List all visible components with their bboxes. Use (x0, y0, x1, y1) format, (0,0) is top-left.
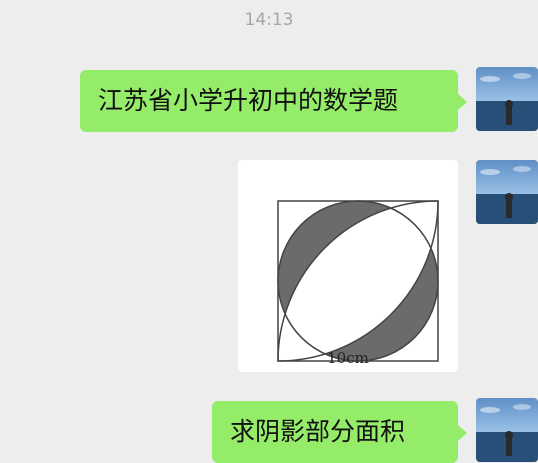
avatar-image (476, 67, 538, 131)
message-bubble-text[interactable]: 求阴影部分面积 (212, 401, 467, 463)
message-row-3: 求阴影部分面积 (0, 398, 538, 463)
user-avatar[interactable] (476, 160, 538, 224)
timestamp: 14:13 (244, 10, 294, 30)
geometry-figure: 10cm (238, 160, 458, 372)
message-image[interactable]: 10cm (238, 160, 458, 372)
avatar-image (476, 160, 538, 224)
message-bubble-text[interactable]: 江苏省小学升初中的数学题 (80, 70, 467, 132)
message-row-2: 10cm (0, 160, 538, 375)
message-row-1: 江苏省小学升初中的数学题 (0, 67, 538, 137)
user-avatar[interactable] (476, 67, 538, 131)
avatar-image (476, 398, 538, 462)
dimension-label: 10cm (327, 349, 369, 367)
user-avatar[interactable] (476, 398, 538, 462)
